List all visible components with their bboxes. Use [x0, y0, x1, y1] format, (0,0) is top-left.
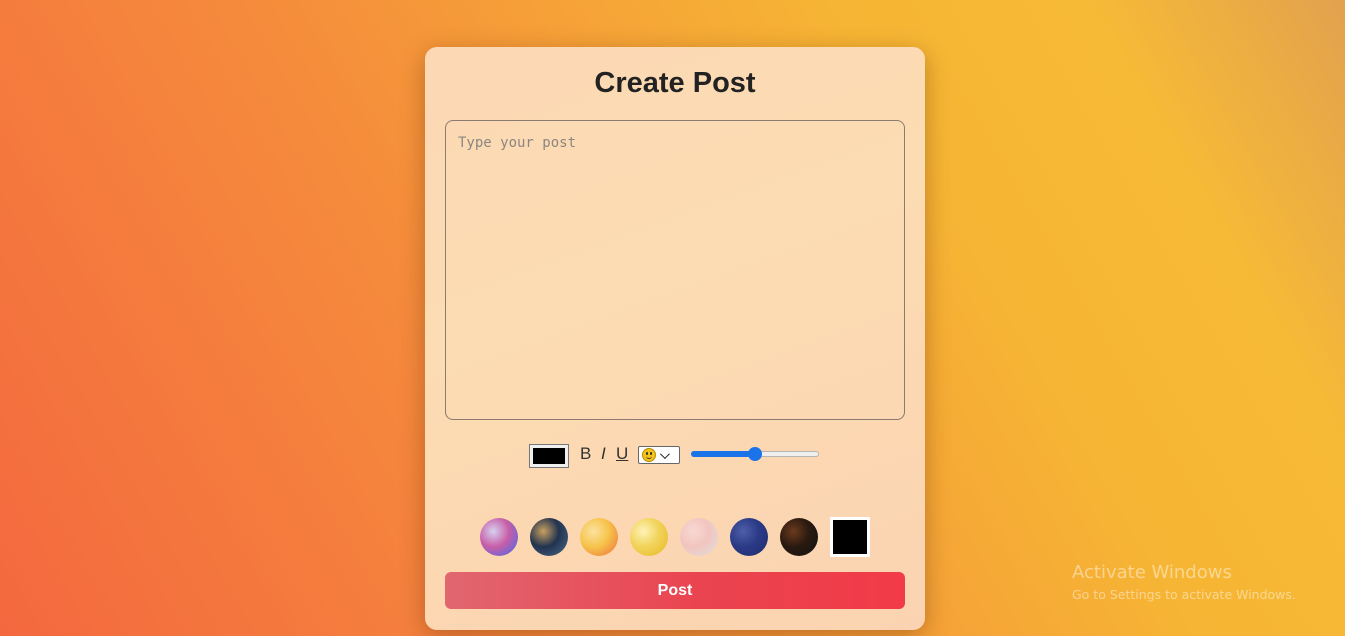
bg-option-abstract-pink-blue[interactable]	[480, 518, 518, 556]
background-options	[480, 517, 880, 557]
bg-option-golden-flowers[interactable]	[630, 518, 668, 556]
bg-option-solid-black[interactable]	[830, 517, 870, 557]
post-button[interactable]: Post	[445, 572, 905, 609]
slider-track-fill	[691, 451, 755, 457]
emoji-select[interactable]	[638, 446, 680, 464]
page-title: Create Post	[594, 67, 756, 99]
watermark-subtitle: Go to Settings to activate Windows.	[1072, 587, 1296, 602]
bg-option-night-sky[interactable]	[530, 518, 568, 556]
color-swatch-fill	[533, 448, 565, 464]
format-toolbar: B I U	[529, 443, 829, 469]
bg-option-autumn-leaves[interactable]	[580, 518, 618, 556]
windows-activation-watermark: Activate Windows Go to Settings to activ…	[1072, 562, 1296, 604]
slider-thumb[interactable]	[748, 447, 762, 461]
post-textarea[interactable]	[445, 120, 905, 420]
font-size-slider[interactable]	[691, 447, 819, 461]
create-post-card: Create Post B I U Post	[425, 47, 925, 630]
text-color-picker[interactable]	[529, 444, 569, 468]
bold-button[interactable]: B	[580, 443, 591, 465]
bg-option-pastel-pink[interactable]	[680, 518, 718, 556]
chevron-down-icon	[659, 448, 670, 459]
underline-button[interactable]: U	[616, 443, 628, 465]
bg-option-starry-navy[interactable]	[730, 518, 768, 556]
italic-button[interactable]: I	[601, 443, 606, 465]
bg-option-dark-pattern[interactable]	[780, 518, 818, 556]
smiley-face-icon	[642, 448, 656, 462]
watermark-title: Activate Windows	[1072, 562, 1232, 583]
